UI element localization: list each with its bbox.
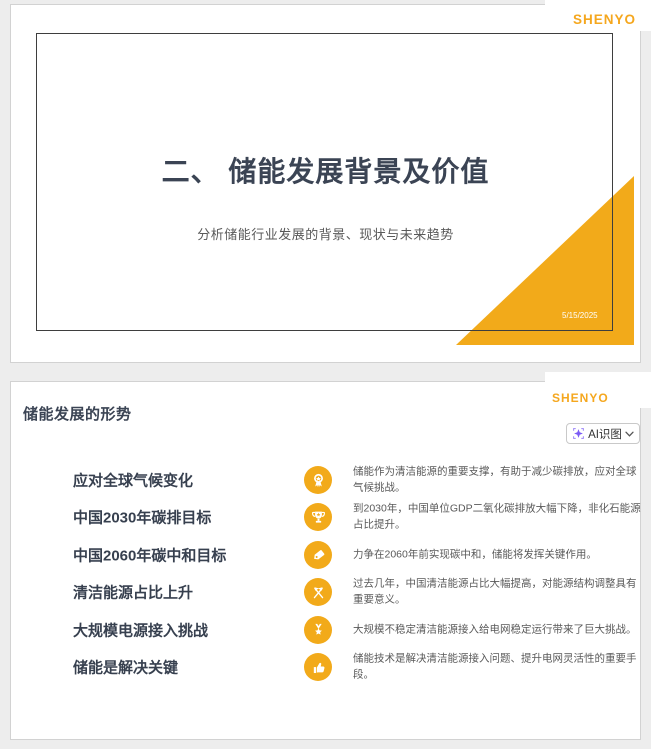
list-item: 应对全球气候变化 储能作为清洁能源的重要支撑，有助于减少碳排放，应对全球气候挑战… bbox=[11, 466, 640, 494]
chevron-down-icon bbox=[625, 431, 634, 437]
row-description: 储能技术是解决清洁能源接入问题、提升电网灵活性的重要手段。 bbox=[353, 652, 637, 681]
row-label: 大规模电源接入挑战 bbox=[73, 622, 209, 640]
ai-recognize-button[interactable]: AI识图 bbox=[566, 423, 640, 444]
row-label: 清洁能源占比上升 bbox=[73, 584, 194, 602]
sparkle-icon bbox=[572, 427, 585, 440]
row-description: 到2030年，中国单位GDP二氧化碳排放大幅下降，非化石能源占比提升。 bbox=[353, 502, 641, 531]
brand-logo: SHENYO bbox=[552, 391, 609, 405]
section-subtitle: 分析储能行业发展的背景、现状与未来趋势 bbox=[197, 227, 454, 242]
list-item: 储能是解决关键 储能技术是解决清洁能源接入问题、提升电网灵活性的重要手段。 bbox=[11, 653, 640, 681]
row-description: 储能作为清洁能源的重要支撑，有助于减少碳排放，应对全球气候挑战。 bbox=[353, 465, 637, 494]
trophy-icon bbox=[304, 503, 332, 531]
crossed-flags-icon bbox=[304, 578, 332, 606]
medal-icon bbox=[304, 616, 332, 644]
row-description: 过去几年，中国清洁能源占比大幅提高，对能源结构调整具有重要意义。 bbox=[353, 577, 637, 606]
row-label: 中国2030年碳排目标 bbox=[73, 509, 212, 527]
list-item: 清洁能源占比上升 过去几年，中国清洁能源占比大幅提高，对能源结构调整具有重要意义… bbox=[11, 578, 640, 606]
row-description: 大规模不稳定清洁能源接入给电网稳定运行带来了巨大挑战。 bbox=[353, 623, 637, 636]
slide-1-section-cover[interactable]: 二、 储能发展背景及价值 分析储能行业发展的背景、现状与未来趋势 5/15/20… bbox=[10, 4, 641, 363]
logo-plate: SHENYO bbox=[545, 372, 651, 408]
list-item: 大规模电源接入挑战 大规模不稳定清洁能源接入给电网稳定运行带来了巨大挑战。 bbox=[11, 616, 640, 644]
row-label: 中国2060年碳中和目标 bbox=[73, 547, 227, 565]
ai-button-label: AI识图 bbox=[588, 428, 622, 441]
brand-logo: SHENYO bbox=[573, 12, 637, 27]
row-description: 力争在2060年前实现碳中和，储能将发挥关键作用。 bbox=[353, 548, 597, 561]
list-item: 中国2030年碳排目标 到2030年，中国单位GDP二氧化碳排放大幅下降，非化石… bbox=[11, 502, 641, 531]
slide-2-content[interactable]: 储能发展的形势 AI识图 应对全球气候变化 储能作为清洁能源的重要支撑，有助于减… bbox=[10, 381, 641, 740]
list-item: 中国2060年碳中和目标 力争在2060年前实现碳中和，储能将发挥关键作用。 bbox=[11, 541, 640, 569]
price-tag-icon bbox=[304, 541, 332, 569]
page-title: 储能发展的形势 bbox=[23, 406, 132, 423]
row-label: 应对全球气候变化 bbox=[73, 472, 194, 490]
section-title: 二、 储能发展背景及价值 bbox=[161, 156, 490, 187]
award-ribbon-icon bbox=[304, 466, 332, 494]
slide-date: 5/15/2025 bbox=[562, 311, 598, 320]
row-label: 储能是解决关键 bbox=[73, 659, 179, 677]
thumbs-up-icon bbox=[304, 653, 332, 681]
logo-plate: SHENYO bbox=[545, 0, 651, 31]
